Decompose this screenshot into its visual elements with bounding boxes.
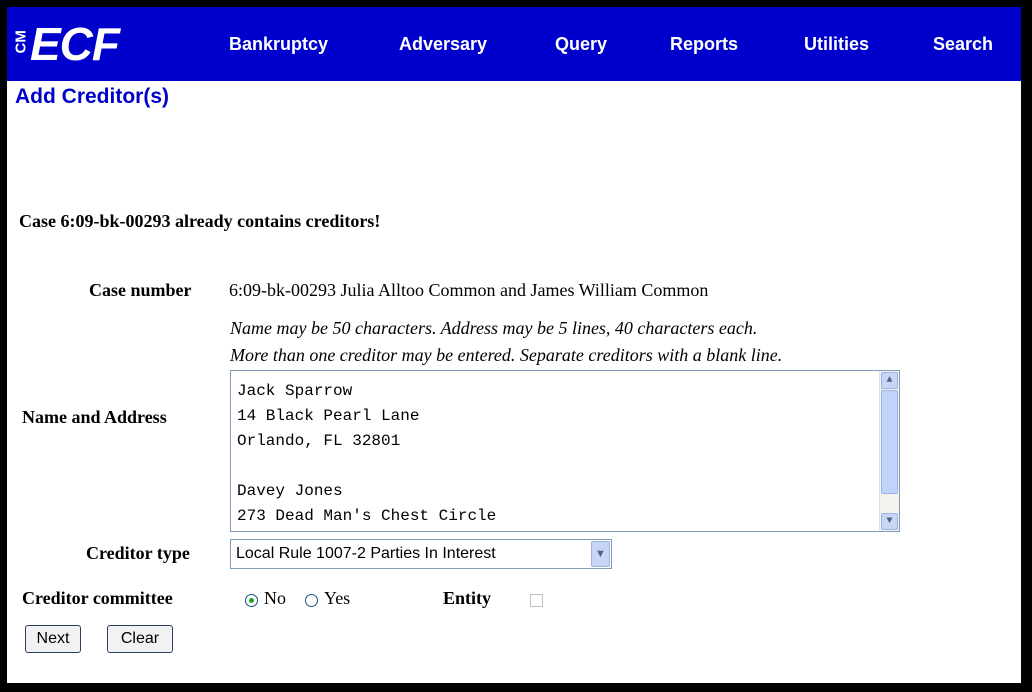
menu-bankruptcy[interactable]: Bankruptcy (229, 7, 328, 81)
logo-cm-text: CM (12, 29, 30, 53)
page-title: Add Creditor(s) (15, 85, 169, 108)
case-warning: Case 6:09-bk-00293 already contains cred… (19, 211, 381, 231)
committee-no-radio[interactable] (245, 594, 258, 607)
hint-line-2: More than one creditor may be entered. S… (230, 345, 783, 365)
committee-yes-label: Yes (324, 588, 351, 608)
menu-query[interactable]: Query (555, 7, 607, 81)
case-number-label: Case number (89, 280, 192, 300)
creditor-type-label: Creditor type (86, 543, 190, 563)
menu-adversary[interactable]: Adversary (399, 7, 487, 81)
next-button[interactable]: Next (25, 625, 81, 653)
creditor-committee-label: Creditor committee (22, 588, 173, 608)
radio-selected-dot (249, 598, 254, 603)
textarea-line: Davey Jones (237, 482, 343, 500)
scroll-thumb[interactable] (881, 390, 898, 494)
clear-button[interactable]: Clear (107, 625, 173, 653)
textarea-line: 273 Dead Man's Chest Circle (237, 507, 497, 525)
menu-utilities[interactable]: Utilities (804, 7, 869, 81)
logo-ecf-text: ECF (30, 18, 120, 70)
entity-label: Entity (443, 588, 492, 608)
browser-page: CM ECF Bankruptcy Adversary Query Report… (7, 7, 1021, 683)
name-address-textarea[interactable]: Jack Sparrow 14 Black Pearl Lane Orlando, … (230, 370, 900, 532)
committee-yes-radio[interactable] (305, 594, 318, 607)
textarea-line: Orlando, FL 32801 (237, 432, 401, 450)
scroll-up-icon[interactable]: ▲ (881, 372, 898, 389)
hint-line-1: Name may be 50 characters. Address may b… (230, 318, 758, 338)
menu-bar: CM ECF Bankruptcy Adversary Query Report… (7, 7, 1021, 81)
chevron-down-icon[interactable]: ▼ (591, 541, 610, 567)
menu-reports[interactable]: Reports (670, 7, 738, 81)
textarea-scrollbar[interactable]: ▲ ▼ (879, 371, 899, 531)
textarea-line (237, 454, 877, 479)
entity-checkbox[interactable] (530, 594, 543, 607)
cmecf-logo[interactable]: CM ECF (12, 17, 121, 71)
creditor-type-select[interactable]: Local Rule 1007-2 Parties In Interest ▼ (230, 539, 612, 569)
name-address-label: Name and Address (22, 407, 167, 427)
case-number-value: 6:09-bk-00293 Julia Alltoo Common and Ja… (229, 280, 709, 300)
menu-search[interactable]: Search (933, 7, 993, 81)
textarea-line: 14 Black Pearl Lane (237, 407, 420, 425)
name-address-text: Jack Sparrow 14 Black Pearl Lane Orlando, … (237, 379, 877, 529)
scroll-down-icon[interactable]: ▼ (881, 513, 898, 530)
textarea-line: Jack Sparrow (237, 382, 353, 400)
creditor-type-value: Local Rule 1007-2 Parties In Interest (236, 545, 496, 562)
committee-no-label: No (264, 588, 286, 608)
